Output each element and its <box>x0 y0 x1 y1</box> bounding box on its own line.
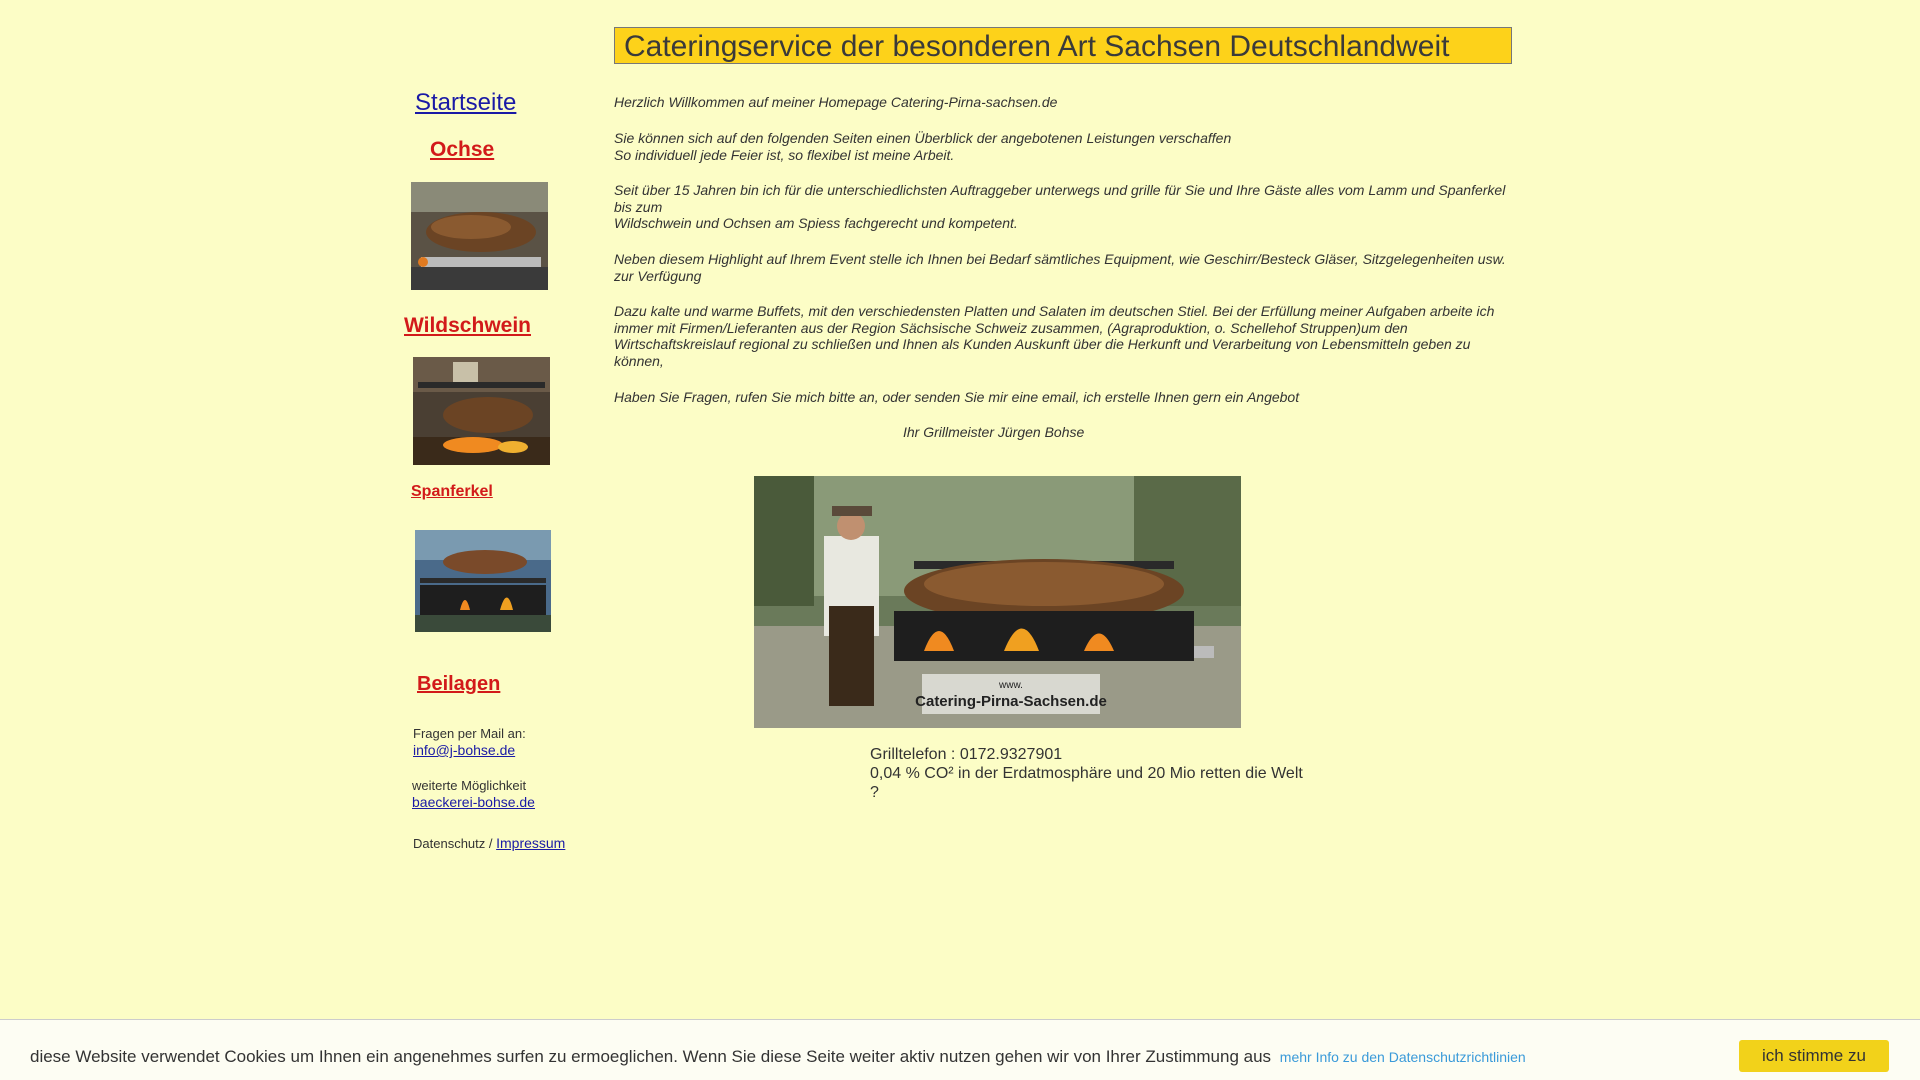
nav-beilagen[interactable]: Beilagen <box>417 673 500 696</box>
datenschutz-label: Datenschutz / <box>413 836 497 851</box>
mail-label: Fragen per Mail an: <box>413 726 526 741</box>
footer-links: Datenschutz / Impressum <box>413 835 565 851</box>
ochse-thumbnail[interactable] <box>411 182 548 290</box>
contact-paragraph: Haben Sie Fragen, rufen Sie mich bitte a… <box>614 389 1300 405</box>
question-mark: ? <box>870 784 879 801</box>
sign-domain: Catering-Pirna-Sachsen.de <box>915 693 1107 710</box>
cookie-notice: diese Website verwendet Cookies um Ihnen… <box>30 1047 1526 1067</box>
cookie-bar: diese Website verwendet Cookies um Ihnen… <box>0 1019 1920 1080</box>
equipment-paragraph: Neben diesem Highlight auf Ihrem Event s… <box>614 251 1506 284</box>
more-label: weiterte Möglichkeit <box>412 778 527 793</box>
buffet-paragraph: Dazu kalte und warme Buffets, mit den ve… <box>614 303 1495 369</box>
welcome-text: Herzlich Willkommen auf meiner Homepage … <box>614 94 1058 110</box>
nav-ochse[interactable]: Ochse <box>430 138 494 162</box>
experience-line-2: Wildschwein und Ochsen am Spiess fachger… <box>614 215 1018 231</box>
baeckerei-link[interactable]: baeckerei-bohse.de <box>412 794 535 810</box>
nav-spanferkel[interactable]: Spanferkel <box>411 483 493 501</box>
wildschwein-thumbnail[interactable] <box>413 357 550 465</box>
spanferkel-thumbnail[interactable] <box>415 530 551 632</box>
experience-paragraph: Seit über 15 Jahren bin ich für die unte… <box>614 182 1514 232</box>
cookie-info-link[interactable]: mehr Info zu den Datenschutzrichtlinien <box>1280 1049 1526 1065</box>
page-header: Cateringservice der besonderen Art Sachs… <box>614 27 1512 64</box>
impressum-link[interactable]: Impressum <box>496 835 565 851</box>
cookie-text: diese Website verwendet Cookies um Ihnen… <box>30 1047 1272 1066</box>
mail-link[interactable]: info@j-bohse.de <box>413 742 515 758</box>
cookie-accept-button[interactable]: ich stimme zu <box>1739 1040 1889 1072</box>
intro-paragraph: Sie können sich auf den folgenden Seiten… <box>614 130 1514 163</box>
grillmeister-photo: www. Catering-Pirna-Sachsen.de <box>754 476 1241 728</box>
intro-line-1: Sie können sich auf den folgenden Seiten… <box>614 130 1232 146</box>
co2-line: 0,04 % CO² in der Erdatmosphäre und 20 M… <box>870 765 1303 782</box>
page-title: Cateringservice der besonderen Art Sachs… <box>624 30 1450 63</box>
experience-line-1: Seit über 15 Jahren bin ich für die unte… <box>614 182 1506 215</box>
sign-www: www. <box>998 680 1023 691</box>
intro-line-2: So individuell jede Feier ist, so flexib… <box>614 146 955 163</box>
signature: Ihr Grillmeister Jürgen Bohse <box>903 424 1085 440</box>
nav-startseite[interactable]: Startseite <box>415 89 516 117</box>
phone-line: Grilltelefon : 0172.9327901 <box>870 746 1063 763</box>
nav-wildschwein[interactable]: Wildschwein <box>404 314 531 338</box>
